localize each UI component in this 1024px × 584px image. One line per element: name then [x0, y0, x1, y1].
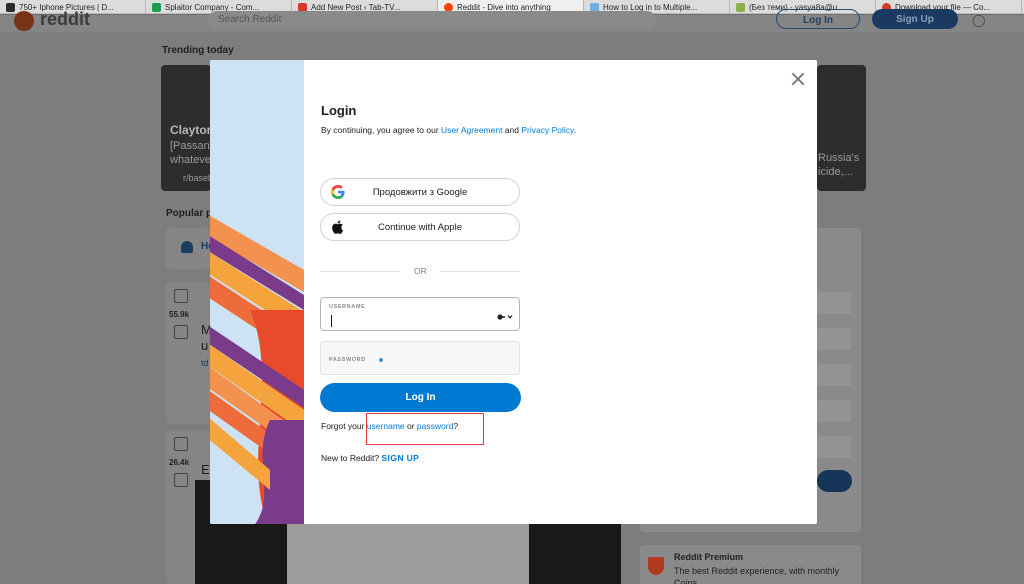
- premium-shield-icon: [648, 557, 664, 575]
- post-image-sketch: [287, 524, 529, 584]
- header-login-button: Log In: [776, 9, 860, 29]
- close-icon[interactable]: [788, 69, 808, 89]
- password-label: PASSWORD: [329, 357, 366, 363]
- vote-count: 26.4k: [169, 458, 190, 467]
- login-modal: Login By continuing, you agree to our Us…: [210, 60, 817, 524]
- password-indicator: [379, 358, 383, 362]
- sidebar-row: [817, 364, 851, 386]
- post-title-fragment: u: [201, 338, 209, 353]
- password-manager-key-icon[interactable]: [497, 312, 513, 322]
- popular-posts-title: Popular p: [166, 208, 213, 219]
- downvote-icon: [174, 473, 188, 487]
- home-filter-bar: Ho: [166, 228, 214, 269]
- sidebar-button: [817, 470, 852, 492]
- google-login-label: Продовжити з Google: [372, 186, 468, 198]
- username-label: USERNAME: [329, 304, 366, 310]
- signup-prompt: New to Reddit? SIGN UP: [321, 453, 420, 463]
- post-link-fragment: td: [201, 358, 209, 368]
- reddit-logo-icon: [14, 11, 34, 31]
- trend-card: Russia's icide,...: [817, 65, 866, 191]
- divider: [320, 271, 400, 272]
- trend-card-text: icide,...: [818, 166, 853, 178]
- sidebar-row: [817, 436, 851, 458]
- apple-login-label: Continue with Apple: [378, 221, 462, 233]
- vote-count: 55.9k: [169, 310, 190, 319]
- trend-card-text: whatever: [170, 154, 211, 166]
- trend-card-title: Claytor: [170, 123, 211, 137]
- premium-title: Reddit Premium: [674, 552, 744, 562]
- modal-title: Login: [321, 103, 357, 118]
- sidebar-row: [817, 328, 851, 350]
- user-agreement-link[interactable]: User Agreement: [441, 125, 502, 135]
- or-label: OR: [414, 266, 427, 276]
- apple-login-button[interactable]: Continue with Apple: [320, 213, 520, 241]
- sidebar-row: [817, 400, 851, 422]
- header-signup-button: Sign Up: [872, 9, 958, 29]
- sidebar-row: [817, 292, 851, 314]
- password-field[interactable]: PASSWORD: [320, 341, 520, 375]
- google-icon: [331, 185, 345, 199]
- google-login-button[interactable]: Продовжити з Google: [320, 178, 520, 206]
- tab-favicon-icon: [736, 2, 745, 12]
- annotation-highlight-box: [366, 413, 484, 445]
- premium-text: The best Reddit experience, with monthly…: [674, 566, 840, 584]
- divider: [440, 271, 520, 272]
- reddit-wordmark: reddit: [40, 9, 91, 29]
- post-title-fragment: E: [201, 462, 210, 477]
- downvote-icon: [174, 325, 188, 339]
- modal-art-illustration: [210, 60, 304, 524]
- trend-card: Claytor [Passan] whatever r/baseb: [161, 65, 211, 191]
- trend-card-text: Russia's: [818, 152, 860, 164]
- trend-card-sub: r/baseb: [183, 173, 211, 183]
- trend-card-text: [Passan]: [170, 140, 211, 152]
- upvote-icon: [174, 289, 188, 303]
- username-input[interactable]: [329, 312, 489, 326]
- login-button[interactable]: Log In: [320, 383, 521, 412]
- text-caret: [331, 315, 332, 327]
- agreement-text: By continuing, you agree to our User Agr…: [321, 125, 577, 135]
- home-icon: [181, 241, 193, 253]
- username-field[interactable]: USERNAME: [320, 297, 520, 331]
- reddit-header: reddit Search Reddit Log In Sign Up ◯: [0, 9, 1024, 32]
- user-icon: ◯: [972, 13, 986, 27]
- apple-icon: [332, 220, 343, 234]
- signup-link[interactable]: SIGN UP: [381, 453, 419, 463]
- trending-title: Trending today: [162, 45, 234, 56]
- upvote-icon: [174, 437, 188, 451]
- tab-favicon-icon: [152, 2, 161, 12]
- search-input: Search Reddit: [208, 11, 656, 29]
- stripes-illustration-icon: [210, 215, 304, 524]
- tab-favicon-icon: [6, 2, 15, 12]
- privacy-policy-link[interactable]: Privacy Policy: [521, 125, 573, 135]
- post-card: 55.9k M u td: [166, 282, 212, 424]
